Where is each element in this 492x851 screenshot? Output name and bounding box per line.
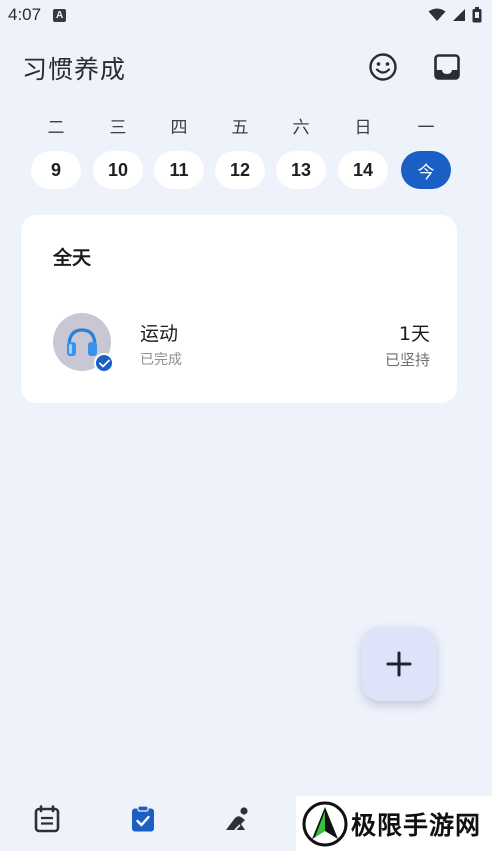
day-fri[interactable]: 五 12 [215,115,265,189]
plus-icon [386,651,412,677]
battery-icon [472,7,482,23]
day-number[interactable]: 14 [338,151,388,189]
day-thu[interactable]: 四 11 [154,115,204,189]
calendar-note-icon [34,805,60,833]
completed-check-icon [94,353,114,373]
status-bar: 4:07 A [0,0,492,30]
page-title: 习惯养成 [22,55,127,84]
nav-habits[interactable] [126,802,160,836]
smile-icon [369,53,397,81]
today-chip[interactable]: 今 [401,151,451,189]
week-strip: 二 9 三 10 四 11 五 12 六 13 日 14 一 今 [20,115,460,195]
clipboard-check-icon [132,805,154,832]
habit-name[interactable]: 运动 [140,319,178,346]
headphones-icon [67,328,97,356]
day-sat[interactable]: 六 13 [276,115,326,189]
status-time: 4:07 [8,5,42,24]
day-wed[interactable]: 三 10 [93,115,143,189]
streak-value: 1天 [398,323,430,345]
day-sun[interactable]: 日 14 [338,115,388,189]
nav-meditation[interactable] [222,802,256,836]
status-icons [428,7,482,23]
day-tue[interactable]: 二 9 [31,115,81,189]
meditation-icon [226,807,248,831]
day-number[interactable]: 10 [93,151,143,189]
inbox-icon [434,54,460,80]
mood-button[interactable] [366,50,400,84]
nav-calendar[interactable] [30,802,64,836]
wifi-icon [428,8,446,21]
day-label: 四 [170,118,188,138]
day-label: 六 [292,118,310,138]
streak-label: 已坚持 [384,351,430,369]
day-label: 五 [231,118,249,138]
day-number[interactable]: 11 [154,151,204,189]
day-label: 一 [417,118,435,138]
watermark-text: 极限手游网 [351,810,482,840]
site-watermark: 极限手游网 [296,796,492,851]
watermark-logo-icon [302,801,348,846]
inbox-button[interactable] [430,50,464,84]
section-title: 全天 [53,247,92,269]
day-label: 日 [354,118,372,138]
add-habit-button[interactable] [362,627,436,701]
day-number[interactable]: 13 [276,151,326,189]
a-letter-icon: A [53,8,67,22]
habit-status: 已完成 [140,352,182,368]
day-label: 三 [109,118,127,138]
day-number[interactable]: 12 [215,151,265,189]
day-number[interactable]: 9 [31,151,81,189]
signal-icon [453,9,465,21]
day-label: 二 [47,118,65,138]
day-mon-today[interactable]: 一 今 [401,115,451,189]
habits-card: 全天 运动 已完成 1天 已坚持 [21,215,457,403]
